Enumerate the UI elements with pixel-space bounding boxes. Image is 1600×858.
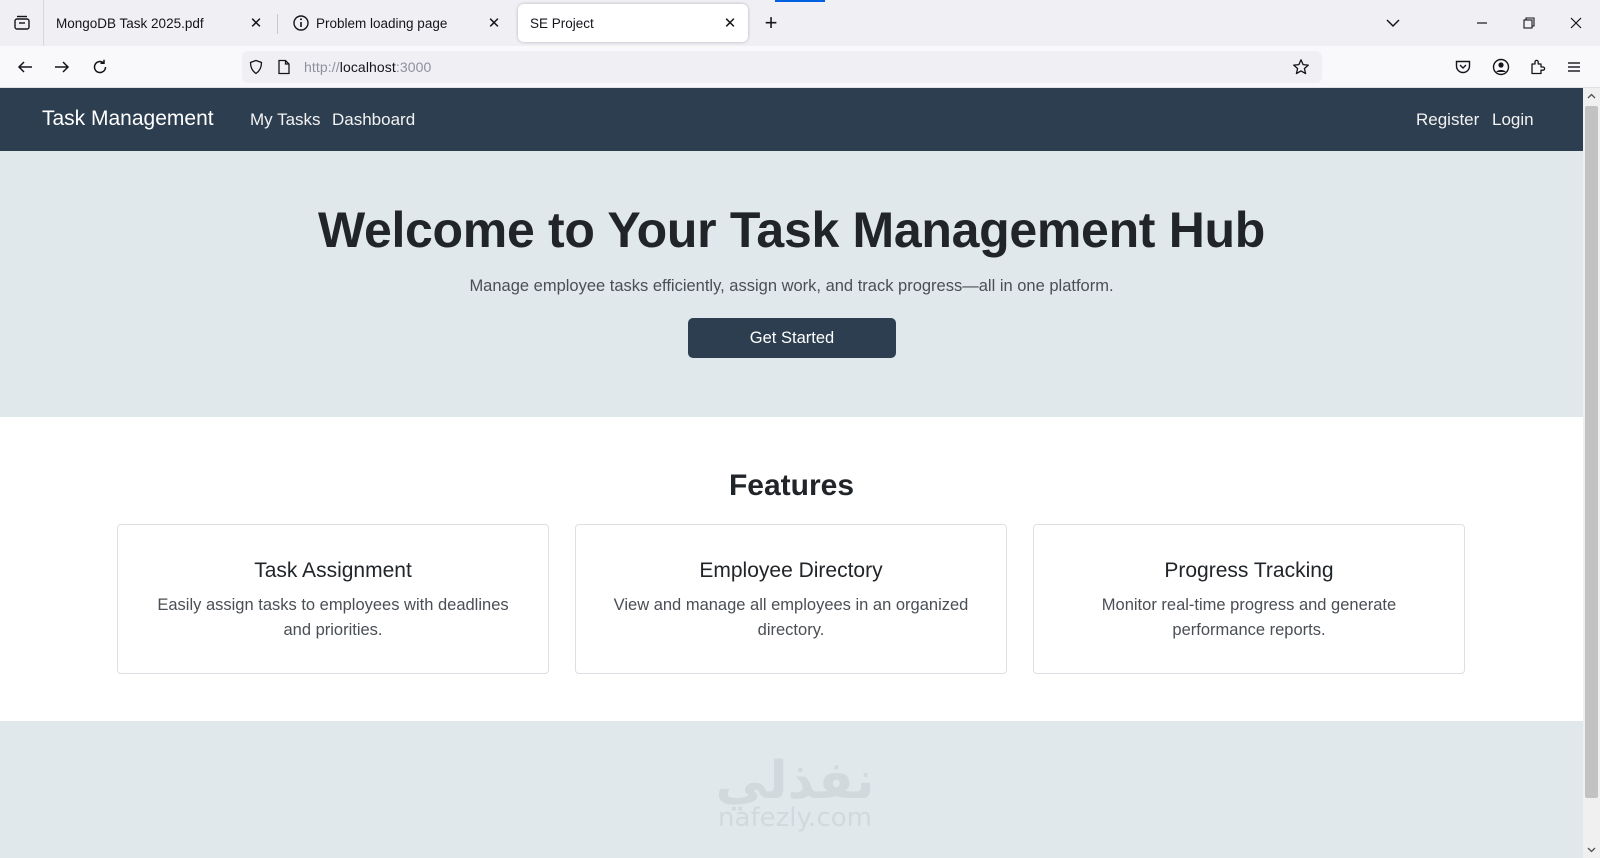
- browser-tab-problem-loading[interactable]: Problem loading page ✕: [280, 4, 512, 42]
- account-button[interactable]: [1486, 52, 1516, 82]
- new-tab-button[interactable]: +: [756, 8, 786, 38]
- scroll-down-icon[interactable]: [1583, 842, 1600, 858]
- tab-close-icon[interactable]: ✕: [716, 9, 744, 37]
- back-button[interactable]: [10, 52, 40, 82]
- watermark-arabic: نفذلي: [715, 751, 875, 811]
- browser-tab-mongodb-pdf[interactable]: MongoDB Task 2025.pdf ✕: [44, 4, 274, 42]
- puzzle-icon: [1531, 59, 1546, 75]
- page-scrollbar[interactable]: [1583, 88, 1600, 858]
- site-brand[interactable]: Task Management: [42, 107, 214, 131]
- hamburger-menu-icon: [1568, 62, 1580, 72]
- nav-link-login[interactable]: Login: [1492, 110, 1534, 130]
- pocket-icon: [1455, 60, 1471, 74]
- footer-section: نفذلي nafezly.com: [0, 721, 1583, 858]
- site-navbar: Task Management My Tasks Dashboard Regis…: [0, 88, 1583, 151]
- feature-card-title: Progress Tracking: [1164, 559, 1334, 582]
- feature-card-title: Task Assignment: [254, 559, 412, 582]
- reload-icon: [93, 59, 107, 74]
- pocket-button[interactable]: [1448, 52, 1478, 82]
- forward-button[interactable]: [47, 52, 77, 82]
- extensions-button[interactable]: [1523, 52, 1553, 82]
- minimize-icon: [1477, 22, 1487, 24]
- arrow-left-icon: [17, 61, 32, 73]
- browser-toolbar: http://localhost:3000: [0, 46, 1600, 88]
- tab-close-icon[interactable]: ✕: [242, 9, 270, 37]
- tab-title: Problem loading page: [316, 15, 448, 31]
- feature-card-title: Employee Directory: [699, 559, 883, 582]
- window-close-button[interactable]: [1553, 0, 1599, 46]
- browser-tab-se-project[interactable]: SE Project ✕: [518, 4, 748, 42]
- page-viewport: Task Management My Tasks Dashboard Regis…: [0, 88, 1583, 858]
- account-icon: [1492, 58, 1510, 76]
- features-heading: Features: [728, 469, 855, 502]
- list-all-tabs-button[interactable]: [1370, 0, 1416, 46]
- tab-title: MongoDB Task 2025.pdf: [56, 15, 204, 31]
- watermark-latin: nafezly.com: [718, 803, 872, 833]
- url-text[interactable]: http://localhost:3000: [304, 59, 431, 75]
- nav-link-register[interactable]: Register: [1416, 110, 1479, 130]
- tab-close-icon[interactable]: ✕: [480, 9, 508, 37]
- shield-icon[interactable]: [242, 51, 270, 83]
- feature-card-text: View and manage all employees in an orga…: [613, 596, 969, 639]
- features-section: Features Task Assignment Easily assign t…: [0, 417, 1583, 721]
- chevron-down-icon: [1386, 19, 1400, 28]
- hero-subtitle: Manage employee tasks efficiently, assig…: [469, 277, 1114, 295]
- tab-list-button[interactable]: [0, 0, 44, 46]
- hero-section: Welcome to Your Task Management Hub Mana…: [0, 151, 1583, 417]
- arrow-right-icon: [55, 61, 70, 73]
- browser-tab-bar: MongoDB Task 2025.pdf ✕ Problem loading …: [0, 0, 1600, 46]
- get-started-button[interactable]: Get Started: [688, 318, 896, 358]
- tab-list-icon: [13, 15, 30, 30]
- feature-card-task-assignment: Task Assignment Easily assign tasks to e…: [117, 524, 549, 674]
- restore-button[interactable]: [1506, 0, 1552, 46]
- app-menu-button[interactable]: [1559, 52, 1589, 82]
- scroll-up-icon[interactable]: [1583, 88, 1600, 104]
- nav-link-my-tasks[interactable]: My Tasks: [250, 110, 321, 130]
- nav-link-dashboard[interactable]: Dashboard: [332, 110, 415, 130]
- feature-card-employee-directory: Employee Directory View and manage all e…: [575, 524, 1007, 674]
- info-icon: [293, 15, 309, 31]
- scrollbar-thumb[interactable]: [1585, 106, 1598, 798]
- close-icon: [1570, 17, 1582, 29]
- bookmark-star-icon[interactable]: [1286, 52, 1316, 82]
- reload-button[interactable]: [85, 52, 115, 82]
- hero-title: Welcome to Your Task Management Hub: [317, 202, 1266, 258]
- nafezly-watermark: نفذلي nafezly.com: [700, 751, 890, 833]
- page-info-icon[interactable]: [270, 51, 298, 83]
- url-bar[interactable]: http://localhost:3000: [242, 51, 1322, 83]
- restore-icon: [1523, 17, 1535, 29]
- tab-separator: [277, 14, 278, 34]
- minimize-button[interactable]: [1459, 0, 1505, 46]
- tab-title: SE Project: [530, 15, 594, 31]
- feature-card-text: Monitor real-time progress and generate …: [1101, 596, 1397, 639]
- tab-loading-indicator: [775, 0, 825, 2]
- feature-card-progress-tracking: Progress Tracking Monitor real-time prog…: [1033, 524, 1465, 674]
- feature-card-text: Easily assign tasks to employees with de…: [157, 596, 509, 639]
